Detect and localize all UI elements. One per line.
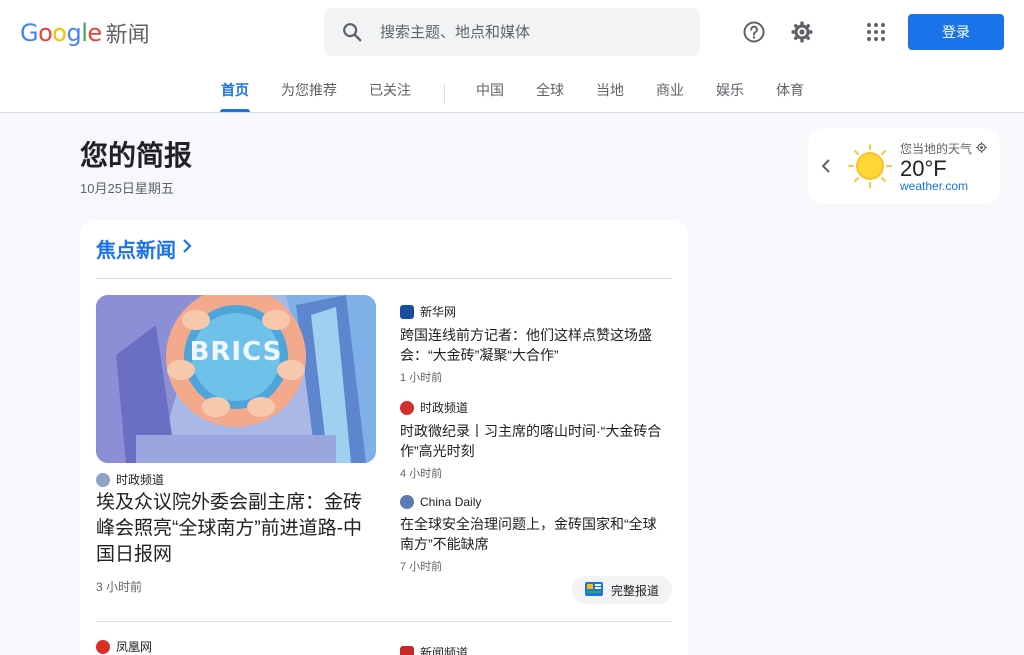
tab-for-you[interactable]: 为您推荐 <box>280 80 338 112</box>
chevron-left-icon[interactable] <box>818 156 834 176</box>
weather-source-link[interactable]: weather.com <box>900 179 968 193</box>
full-coverage-button[interactable]: 完整报道 <box>572 576 672 604</box>
help-icon[interactable] <box>738 16 770 48</box>
tab-sports[interactable]: 体育 <box>775 80 805 112</box>
source-logo-icon <box>96 472 110 487</box>
article-time: 4 小时前 <box>400 468 443 480</box>
article-source[interactable]: 凤凰网 <box>96 638 152 655</box>
hero-source-name: 时政频道 <box>116 473 165 487</box>
top-stories-heading[interactable]: 焦点新闻 <box>96 234 192 263</box>
tab-home[interactable]: 首页 <box>220 80 250 112</box>
source-logo-icon <box>400 495 414 509</box>
chevron-right-icon <box>182 237 192 260</box>
apps-icon[interactable] <box>860 16 892 48</box>
briefing-date: 10月25日星期五 <box>80 181 174 196</box>
article-time: 7 小时前 <box>400 561 443 573</box>
search-icon[interactable] <box>324 21 380 43</box>
tab-entertainment[interactable]: 娱乐 <box>715 80 745 112</box>
full-coverage-icon <box>584 581 603 599</box>
top-stories-card: 焦点新闻 BRICS 时政频道 埃及众议院外委会副主席：金砖峰会照亮“全球南方”… <box>80 220 688 655</box>
hero-image-text: BRICS <box>189 337 283 367</box>
tab-business[interactable]: 商业 <box>655 80 685 112</box>
divider <box>96 278 672 279</box>
product-name: 新闻 <box>105 22 150 47</box>
full-coverage-label: 完整报道 <box>610 583 659 598</box>
article-source-name: China Daily <box>420 495 482 509</box>
source-logo-icon <box>400 304 414 319</box>
source-logo-icon <box>400 400 414 415</box>
article-source-name: 凤凰网 <box>116 640 153 654</box>
article-source-name: 新华网 <box>420 305 457 319</box>
top-stories-title: 焦点新闻 <box>96 240 176 262</box>
hero-source[interactable]: 时政频道 <box>96 471 164 488</box>
article-headline[interactable]: 跨国连线前方记者：他们这样点赞这场盛会：“大金砖”凝聚“大合作” <box>400 325 670 365</box>
tab-following[interactable]: 已关注 <box>368 80 412 112</box>
weather-widget[interactable]: 您当地的天气 20°F weather.com <box>808 128 1000 204</box>
google-news-logo[interactable]: Google 新闻 <box>20 18 150 48</box>
tab-world[interactable]: 全球 <box>535 80 565 112</box>
top-header: Google 新闻 登录 首页 为您推荐 已关注 中国 全球 当地 商业 娱乐 … <box>0 0 1024 113</box>
source-logo-icon <box>96 639 110 654</box>
login-button[interactable]: 登录 <box>908 14 1004 50</box>
hero-headline[interactable]: 埃及众议院外委会副主席：金砖峰会照亮“全球南方”前进道路-中国日报网 <box>96 490 378 568</box>
article-item[interactable]: 新华网 跨国连线前方记者：他们这样点赞这场盛会：“大金砖”凝聚“大合作” 1 小… <box>400 303 670 385</box>
divider <box>96 621 672 622</box>
hero-time: 3 小时前 <box>96 580 143 594</box>
article-headline[interactable]: 在全球安全治理问题上，金砖国家和“全球南方”不能缺席 <box>400 514 670 554</box>
search-bar[interactable] <box>324 8 700 56</box>
nav-divider <box>444 84 445 104</box>
article-source[interactable]: 新华网 <box>400 303 670 320</box>
article-source[interactable]: 新闻频道 <box>400 644 468 655</box>
settings-icon[interactable] <box>786 16 818 48</box>
sun-icon <box>848 144 892 188</box>
article-source[interactable]: 时政频道 <box>400 399 670 416</box>
tab-local[interactable]: 当地 <box>595 80 625 112</box>
page-title: 您的简报 <box>80 140 193 171</box>
weather-label: 您当地的天气 <box>900 142 973 156</box>
weather-label-row: 您当地的天气 <box>900 140 988 157</box>
tab-china[interactable]: 中国 <box>475 80 505 112</box>
location-icon <box>976 141 988 156</box>
source-logo-icon <box>400 645 414 655</box>
article-source-name: 时政频道 <box>420 401 469 415</box>
article-headline[interactable]: 时政微纪录丨习主席的喀山时间·“大金砖合作”高光时刻 <box>400 421 670 461</box>
google-wordmark: Google <box>20 19 102 47</box>
topic-nav: 首页 为您推荐 已关注 中国 全球 当地 商业 娱乐 体育 <box>0 80 1024 112</box>
article-time: 1 小时前 <box>400 372 443 384</box>
article-item[interactable]: China Daily 在全球安全治理问题上，金砖国家和“全球南方”不能缺席 7… <box>400 495 670 574</box>
article-item[interactable]: 时政频道 时政微纪录丨习主席的喀山时间·“大金砖合作”高光时刻 4 小时前 <box>400 399 670 481</box>
article-source-name: 新闻频道 <box>420 646 469 655</box>
article-source[interactable]: China Daily <box>400 495 670 509</box>
search-input[interactable] <box>380 23 680 41</box>
hero-image[interactable]: BRICS <box>96 295 376 463</box>
